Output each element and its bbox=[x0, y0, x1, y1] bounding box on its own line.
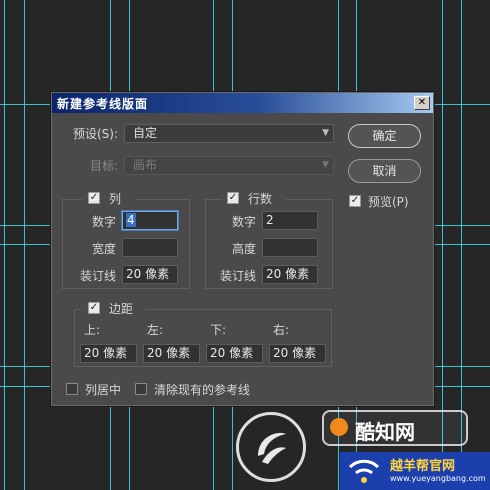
center-columns-checkbox[interactable] bbox=[66, 383, 78, 395]
rows-gutter-label: 装订线 bbox=[220, 269, 257, 283]
watermark-sub-name: 越羊帮官网 bbox=[390, 459, 456, 474]
clear-guides-checkbox[interactable] bbox=[135, 383, 147, 395]
columns-width-input[interactable] bbox=[122, 238, 178, 257]
rows-number-label: 数字 bbox=[232, 215, 257, 229]
margin-bottom-input[interactable]: 20 像素 bbox=[206, 344, 263, 363]
watermark-url: www.yueyangbang.com bbox=[390, 474, 486, 483]
target-label: 目标: bbox=[90, 159, 119, 173]
preview-checkbox[interactable]: ✓ bbox=[349, 195, 361, 207]
rows-gutter-value: 20 像素 bbox=[266, 267, 310, 281]
dialog-title: 新建参考线版面 bbox=[57, 96, 149, 111]
chevron-down-icon: ▼ bbox=[322, 160, 329, 170]
rows-checkbox[interactable]: ✓ bbox=[227, 192, 239, 204]
clear-guides-label: 清除现有的参考线 bbox=[154, 383, 251, 397]
dialog-titlebar[interactable]: 新建参考线版面 ✕ bbox=[52, 93, 433, 113]
ok-button[interactable]: 确定 bbox=[348, 124, 421, 148]
margin-label: 边距 bbox=[109, 302, 134, 316]
margin-right-label: 右: bbox=[273, 323, 290, 337]
preset-select[interactable]: 自定 ▼ bbox=[124, 124, 334, 143]
margin-left-label: 左: bbox=[147, 323, 164, 337]
margin-checkbox[interactable]: ✓ bbox=[88, 302, 100, 314]
rows-number-value: 2 bbox=[266, 213, 274, 227]
margin-bottom-label: 下: bbox=[210, 323, 227, 337]
columns-number-input[interactable]: 4 bbox=[122, 211, 178, 230]
columns-number-value: 4 bbox=[126, 213, 136, 227]
preset-label: 预设(S): bbox=[73, 127, 119, 141]
new-guide-layout-dialog: 新建参考线版面 ✕ 预设(S): 自定 ▼ 目标: 画布 ▼ 确定 取消 ✓ 预… bbox=[51, 92, 434, 406]
target-value: 画布 bbox=[133, 158, 158, 172]
margin-left-value: 20 像素 bbox=[147, 346, 191, 360]
columns-gutter-input[interactable]: 20 像素 bbox=[122, 265, 178, 284]
rows-gutter-input[interactable]: 20 像素 bbox=[262, 265, 318, 284]
target-select: 画布 ▼ bbox=[124, 156, 334, 175]
rows-height-label: 高度 bbox=[232, 242, 257, 256]
guide-line-vertical bbox=[24, 0, 25, 490]
watermark-brand-name: 酷知网 bbox=[355, 420, 415, 444]
rows-number-input[interactable]: 2 bbox=[262, 211, 318, 230]
chevron-down-icon: ▼ bbox=[322, 128, 329, 138]
preview-label: 预览(P) bbox=[368, 195, 409, 209]
margin-right-value: 20 像素 bbox=[273, 346, 317, 360]
brand-dot-icon bbox=[330, 418, 348, 436]
columns-checkbox[interactable]: ✓ bbox=[88, 192, 100, 204]
rows-label: 行数 bbox=[248, 192, 273, 206]
center-columns-label: 列居中 bbox=[85, 383, 122, 397]
close-button[interactable]: ✕ bbox=[414, 96, 430, 110]
close-icon: ✕ bbox=[417, 97, 427, 108]
guide-line-vertical bbox=[4, 0, 5, 490]
preset-value: 自定 bbox=[133, 126, 158, 140]
margin-top-label: 上: bbox=[84, 323, 101, 337]
margin-top-value: 20 像素 bbox=[84, 346, 128, 360]
margin-left-input[interactable]: 20 像素 bbox=[143, 344, 200, 363]
leaf-swirl-icon bbox=[258, 432, 286, 464]
cancel-button[interactable]: 取消 bbox=[348, 159, 421, 183]
rows-height-input[interactable] bbox=[262, 238, 318, 257]
margin-top-input[interactable]: 20 像素 bbox=[80, 344, 137, 363]
columns-label: 列 bbox=[109, 192, 122, 206]
columns-gutter-value: 20 像素 bbox=[126, 267, 170, 281]
columns-width-label: 宽度 bbox=[92, 242, 117, 256]
margin-bottom-value: 20 像素 bbox=[210, 346, 254, 360]
margin-right-input[interactable]: 20 像素 bbox=[269, 344, 326, 363]
columns-number-label: 数字 bbox=[92, 215, 117, 229]
wifi-icon bbox=[348, 459, 380, 483]
columns-gutter-label: 装订线 bbox=[80, 269, 117, 283]
